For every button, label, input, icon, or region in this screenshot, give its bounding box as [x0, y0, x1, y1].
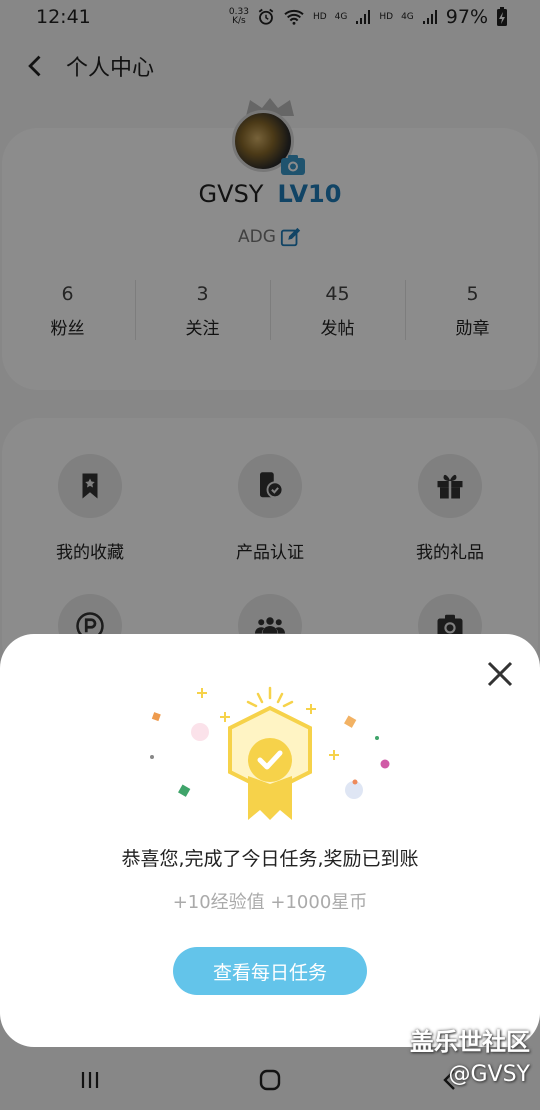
close-icon[interactable]: [484, 658, 516, 690]
view-daily-tasks-button[interactable]: 查看每日任务: [173, 947, 367, 995]
watermark-community: 盖乐世社区: [410, 1028, 530, 1056]
badge-illustration-icon: [150, 686, 390, 820]
watermark-handle: @GVSY: [448, 1062, 530, 1087]
congrats-message: 恭喜您,完成了今日任务,奖励已到账: [121, 848, 419, 870]
reward-text: +10经验值 +1000星币: [172, 892, 368, 913]
